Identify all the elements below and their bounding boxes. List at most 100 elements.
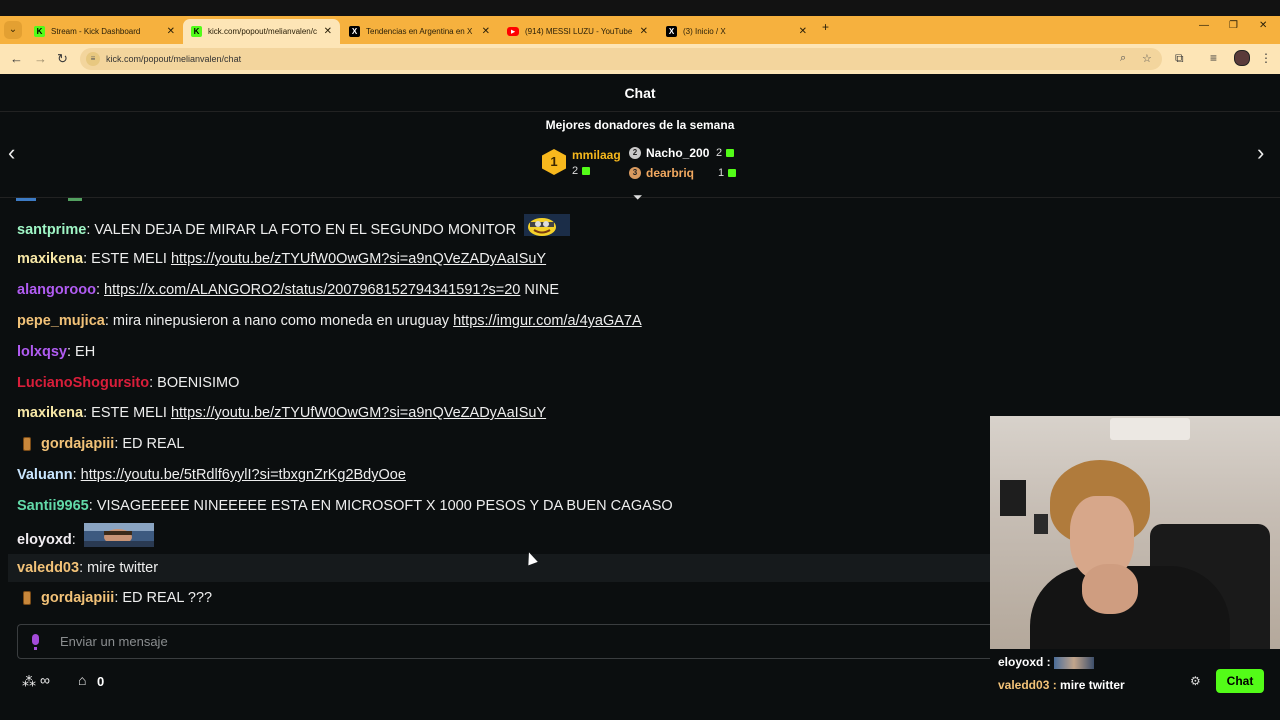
chat-username[interactable]: alangorooo bbox=[17, 282, 96, 298]
donor-2-name[interactable]: Nacho_200 bbox=[646, 146, 709, 160]
chat-username[interactable]: gordajapiii bbox=[41, 436, 114, 452]
chat-link[interactable]: https://youtu.be/5tRdlf6yylI?si=tbxgnZrK… bbox=[81, 467, 406, 483]
chat-link[interactable]: https://youtu.be/zTYUfW0OwGM?si=a9nQVeZA… bbox=[171, 251, 546, 267]
chat-text: VISAGEEEEE NINEEEEE ESTA EN MICROSOFT X … bbox=[96, 498, 673, 514]
chat-text: mira ninepusieron a nano como moneda en … bbox=[112, 313, 450, 329]
tab-label: Stream - Kick Dashboard bbox=[51, 27, 141, 36]
maximize-icon[interactable]: ❐ bbox=[1229, 20, 1238, 31]
chat-message-highlighted: valedd03: mire twitter bbox=[8, 554, 990, 582]
chevron-left-icon[interactable]: ‹ bbox=[8, 140, 15, 166]
settings-gear-icon[interactable]: ⚙ bbox=[1190, 674, 1201, 688]
rank-2-icon: 2 bbox=[629, 147, 641, 159]
chevron-right-icon[interactable]: › bbox=[1257, 140, 1264, 166]
microphone-stand bbox=[34, 647, 37, 650]
chat-message: pepe_mujica: mira ninepusieron a nano co… bbox=[17, 313, 642, 329]
donors-title: Mejores donadores de la semana bbox=[545, 118, 735, 132]
tab-label: kick.com/popout/melianvalen/c bbox=[208, 27, 317, 36]
tab-kick-popout[interactable]: K kick.com/popout/melianvalen/c ✕ bbox=[183, 19, 340, 44]
chat-message-list[interactable]: santprime: VALEN DEJA DE MIRAR LA FOTO E… bbox=[0, 198, 990, 613]
photo-emote bbox=[83, 523, 154, 557]
tab-search-icon[interactable]: ⌄ bbox=[4, 21, 22, 39]
chat-message: Valuann: https://youtu.be/5tRdlf6yylI?si… bbox=[17, 467, 406, 483]
chat-username[interactable]: eloyoxd bbox=[17, 532, 72, 548]
rank-1-icon: 1 bbox=[542, 149, 566, 175]
new-tab-icon[interactable]: + bbox=[822, 20, 829, 34]
chat-message: gordajapiii: ED REAL bbox=[17, 430, 184, 458]
minimize-icon[interactable]: — bbox=[1199, 20, 1209, 31]
chat-link[interactable]: https://imgur.com/a/4yaGA7A bbox=[453, 313, 642, 329]
close-icon[interactable]: ✕ bbox=[167, 26, 175, 37]
gift-icon bbox=[582, 167, 591, 176]
close-icon[interactable]: ✕ bbox=[640, 26, 648, 37]
emote-icon[interactable]: ⁂ bbox=[22, 673, 36, 690]
gift-icon bbox=[726, 149, 735, 158]
donor-1-count: 2 bbox=[572, 165, 591, 177]
back-icon[interactable]: ← bbox=[10, 51, 23, 66]
youtube-icon: ▶ bbox=[507, 27, 519, 36]
chat-send-button[interactable]: Chat bbox=[1216, 669, 1264, 693]
overlay-chat-line: valedd03 : mire twitter bbox=[998, 678, 1125, 692]
donor-1-name[interactable]: mmilaag bbox=[572, 148, 621, 162]
chat-text: ESTE MELI bbox=[91, 405, 167, 421]
chat-link[interactable]: https://youtu.be/zTYUfW0OwGM?si=a9nQVeZA… bbox=[171, 405, 546, 421]
media-icon[interactable]: ≡ bbox=[1210, 51, 1217, 65]
close-icon[interactable]: ✕ bbox=[324, 26, 332, 37]
profile-avatar[interactable] bbox=[1234, 50, 1250, 66]
chat-username[interactable]: lolxqsy bbox=[17, 344, 67, 360]
chat-message: maxikena: ESTE MELI https://youtu.be/zTY… bbox=[17, 251, 547, 267]
extensions-icon[interactable]: ⧉ bbox=[1175, 51, 1184, 66]
site-info-icon[interactable]: ≡ bbox=[86, 52, 100, 66]
minion-emote bbox=[524, 214, 571, 246]
close-icon[interactable]: ✕ bbox=[799, 26, 807, 37]
chat-username[interactable]: maxikena bbox=[17, 251, 83, 267]
chat-text: VALEN DEJA DE MIRAR LA FOTO EN EL SEGUND… bbox=[94, 221, 517, 238]
chat-link[interactable]: https://x.com/ALANGORO2/status/200796815… bbox=[104, 282, 520, 298]
window-close-icon[interactable]: ✕ bbox=[1259, 20, 1267, 31]
tab-x-home[interactable]: X (3) Inicio / X ✕ bbox=[658, 19, 815, 44]
zoom-icon[interactable]: ⌕ bbox=[1120, 52, 1126, 65]
overlay-text: mire twitter bbox=[1060, 678, 1125, 692]
tab-x-trends[interactable]: X Tendencias en Argentina en X ✕ bbox=[341, 19, 498, 44]
forward-icon[interactable]: → bbox=[34, 51, 47, 66]
wall-poster bbox=[1034, 514, 1048, 534]
subscriber-badge-icon bbox=[23, 591, 31, 606]
chat-text: BOENISIMO bbox=[157, 375, 240, 391]
points-count: 0 bbox=[97, 674, 105, 689]
reload-icon[interactable]: ↻ bbox=[57, 51, 68, 67]
close-icon[interactable]: ✕ bbox=[482, 26, 490, 37]
chat-username[interactable]: pepe_mujica bbox=[17, 313, 105, 329]
chat-username[interactable]: maxikena bbox=[17, 405, 83, 421]
menu-icon[interactable]: ⋮ bbox=[1260, 51, 1272, 65]
infinity-icon[interactable]: ∞ bbox=[40, 672, 50, 688]
donor-3-count-value: 1 bbox=[718, 167, 725, 179]
chat-message: gordajapiii: ED REAL ??? bbox=[17, 584, 212, 612]
chat-username[interactable]: Valuann bbox=[17, 467, 73, 483]
x-icon: X bbox=[349, 26, 360, 37]
top-donors-panel: Mejores donadores de la semana ‹ › 1 mmi… bbox=[0, 112, 1280, 198]
chat-message: eloyoxd: bbox=[17, 523, 154, 551]
kick-icon: K bbox=[34, 26, 45, 37]
tab-kick-dashboard[interactable]: K Stream - Kick Dashboard ✕ bbox=[26, 19, 183, 44]
chat-message: santprime: VALEN DEJA DE MIRAR LA FOTO E… bbox=[17, 214, 571, 242]
donor-3-count: 1 bbox=[718, 167, 737, 179]
microphone-icon[interactable] bbox=[32, 634, 39, 645]
star-icon[interactable]: ☆ bbox=[1142, 52, 1152, 65]
chat-username[interactable]: valedd03 bbox=[17, 560, 79, 576]
chat-username[interactable]: santprime bbox=[17, 222, 86, 238]
chat-text: ED REAL ??? bbox=[122, 590, 213, 606]
url-field[interactable]: ≡ kick.com/popout/melianvalen/chat ⌕ ☆ bbox=[80, 48, 1162, 70]
message-input[interactable]: Enviar un mensaje bbox=[17, 624, 990, 659]
webcam-overlay bbox=[990, 416, 1280, 649]
chat-text: ED REAL bbox=[122, 436, 185, 452]
donor-3-name[interactable]: dearbriq bbox=[646, 166, 694, 180]
chat-username[interactable]: LucianoShogursito bbox=[17, 375, 149, 391]
address-bar: ← → ↻ ≡ kick.com/popout/melianvalen/chat… bbox=[0, 44, 1280, 74]
donor-1-count-value: 2 bbox=[572, 165, 579, 177]
chat-username[interactable]: gordajapiii bbox=[41, 590, 114, 606]
chat-username[interactable]: Santii9965 bbox=[17, 498, 89, 514]
donor-2-count-value: 2 bbox=[716, 147, 723, 159]
tab-youtube[interactable]: ▶ (914) MESSI LUZU - YouTube ✕ bbox=[499, 19, 656, 44]
tab-label: Tendencias en Argentina en X bbox=[366, 27, 473, 36]
chat-message: LucianoShogursito: BOENISIMO bbox=[17, 375, 240, 391]
store-icon[interactable]: ⌂ bbox=[78, 672, 86, 688]
